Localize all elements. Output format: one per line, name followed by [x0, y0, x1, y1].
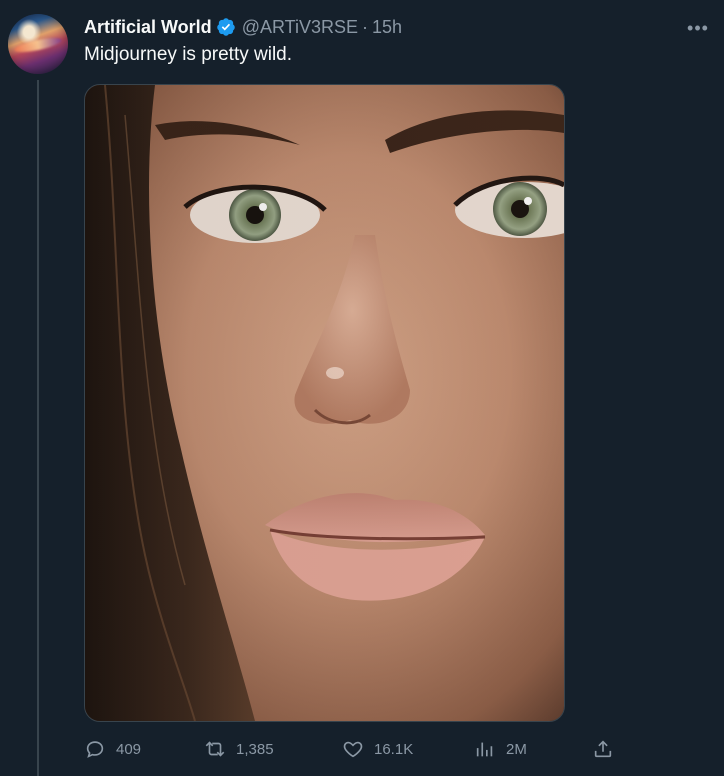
like-count: 16.1K	[374, 740, 414, 758]
views-button[interactable]: 2M	[474, 736, 527, 762]
retweet-button[interactable]: 1,385	[204, 736, 274, 762]
tweet-text: Midjourney is pretty wild.	[84, 44, 293, 65]
author-handle[interactable]: @ARTiV3RSE	[242, 17, 358, 38]
author-display-name[interactable]: Artificial World	[84, 17, 212, 38]
more-horizontal-icon: •••	[687, 17, 709, 38]
views-count: 2M	[506, 740, 527, 758]
verified-badge-icon	[216, 18, 235, 36]
author-avatar[interactable]	[8, 14, 68, 74]
portrait-photo	[85, 85, 564, 721]
reply-count: 409	[116, 740, 142, 758]
tweet-action-bar: 409 1,385 16.1K 2M	[84, 736, 624, 762]
retweet-icon	[205, 741, 225, 757]
heart-icon	[343, 741, 363, 758]
reply-button[interactable]: 409	[84, 736, 141, 762]
share-button[interactable]	[592, 736, 614, 762]
share-icon	[594, 740, 612, 758]
like-button[interactable]: 16.1K	[342, 736, 413, 762]
views-chart-icon	[476, 742, 493, 757]
reply-icon	[86, 741, 104, 758]
tweet-header: Artificial World @ARTiV3RSE · 15h	[84, 16, 402, 38]
retweet-count: 1,385	[236, 740, 274, 758]
thread-connector-line	[37, 80, 39, 776]
tweet-media-image[interactable]	[84, 84, 565, 722]
meta-separator: ·	[362, 16, 368, 37]
more-options-button[interactable]: •••	[684, 14, 712, 42]
tweet-timestamp[interactable]: 15h	[372, 17, 402, 38]
